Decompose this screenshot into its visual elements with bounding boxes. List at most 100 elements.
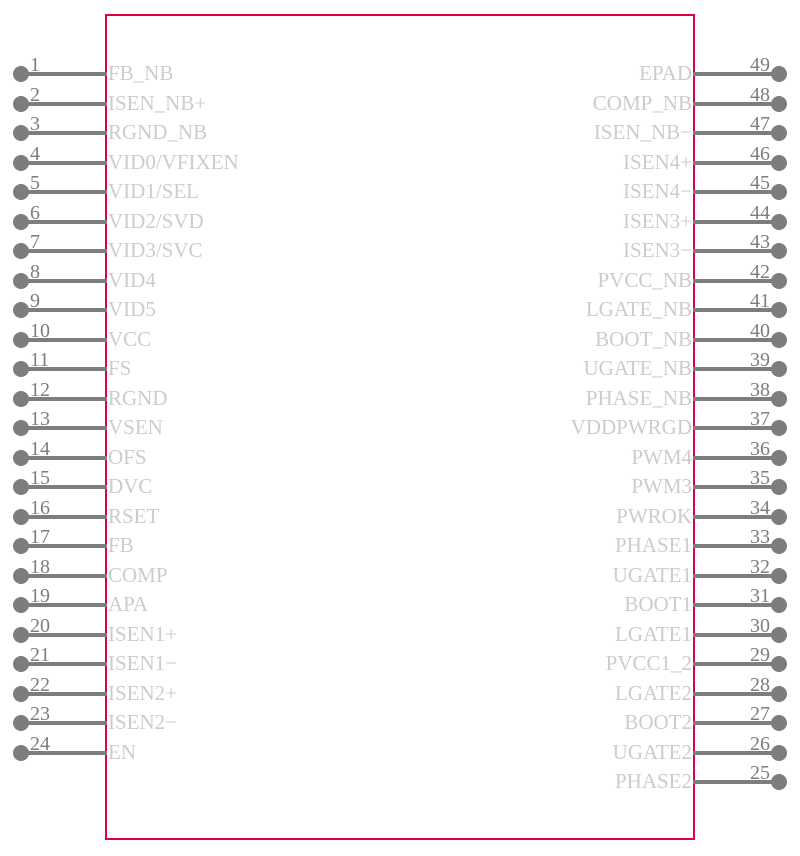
pin-number: 4	[30, 142, 40, 165]
pin-47[interactable]: 47 ISEN_NB−	[400, 114, 800, 148]
pin-name-label: PHASE1	[614, 533, 692, 557]
pin-10[interactable]: 10 VCC	[0, 321, 400, 355]
pin-22[interactable]: 22 ISEN2+	[0, 675, 400, 709]
pin-31[interactable]: 31 BOOT1	[400, 586, 800, 620]
pin-13[interactable]: 13 VSEN	[0, 409, 400, 443]
pin-41[interactable]: 41 LGATE_NB	[400, 291, 800, 325]
pin-name-label: ISEN1+	[108, 621, 178, 646]
pin-27[interactable]: 27 BOOT2	[400, 704, 800, 738]
pin-name-label: EN	[108, 739, 136, 764]
pin-name-label: RGND	[108, 385, 168, 410]
pin-37[interactable]: 37 VDDPWRGD	[400, 409, 800, 443]
pin-49[interactable]: 49 EPAD	[400, 55, 800, 89]
pin-4[interactable]: 4 VID0/VFIXEN	[0, 144, 400, 178]
pin-number: 49	[750, 54, 770, 76]
pin-name-label: RGND_NB	[108, 120, 208, 144]
pin-number: 36	[750, 437, 770, 460]
pin-15[interactable]: 15 DVC	[0, 468, 400, 502]
pin-name-label: PWM4	[631, 444, 692, 469]
pin-6[interactable]: 6 VID2/SVD	[0, 203, 400, 237]
pin-number: 26	[750, 732, 770, 755]
pin-name-label: VID2/SVD	[108, 208, 204, 233]
pin-name-label: PWROK	[616, 503, 692, 528]
pin-name-label: LGATE_NB	[585, 297, 692, 321]
pin-number: 17	[30, 526, 50, 548]
pin-name-label: ISEN4+	[622, 149, 692, 174]
pin-name-label: LGATE1	[615, 621, 692, 646]
pin-38[interactable]: 38 PHASE_NB	[400, 380, 800, 414]
pin-8[interactable]: 8 VID4	[0, 262, 400, 296]
pin-14[interactable]: 14 OFS	[0, 439, 400, 473]
pin-26[interactable]: 26 UGATE2	[400, 734, 800, 768]
pin-35[interactable]: 35 PWM3	[400, 468, 800, 502]
pin-name-label: PWM3	[631, 474, 692, 498]
pin-name-label: FB_NB	[108, 61, 174, 85]
pin-name-label: PVCC1_2	[605, 651, 692, 675]
pin-number: 16	[30, 496, 50, 519]
pin-44[interactable]: 44 ISEN3+	[400, 203, 800, 237]
pin-name-label: VID0/VFIXEN	[108, 149, 239, 174]
pin-40[interactable]: 40 BOOT_NB	[400, 321, 800, 355]
pin-number: 41	[750, 290, 770, 312]
pin-46[interactable]: 46 ISEN4+	[400, 144, 800, 178]
pin-number: 2	[30, 83, 40, 106]
pin-name-label: ISEN_NB+	[108, 90, 207, 115]
pin-39[interactable]: 39 UGATE_NB	[400, 350, 800, 384]
pin-25[interactable]: 25 PHASE2	[400, 763, 800, 797]
pin-17[interactable]: 17 FB	[0, 527, 400, 561]
pin-42[interactable]: 42 PVCC_NB	[400, 262, 800, 296]
pin-30[interactable]: 30 LGATE1	[400, 616, 800, 650]
pin-7[interactable]: 7 VID3/SVC	[0, 232, 400, 266]
pin-20[interactable]: 20 ISEN1+	[0, 616, 400, 650]
pin-name-label: LGATE2	[615, 680, 692, 705]
pin-48[interactable]: 48 COMP_NB	[400, 85, 800, 119]
pin-9[interactable]: 9 VID5	[0, 291, 400, 325]
pin-24[interactable]: 24 EN	[0, 734, 400, 768]
pin-number: 6	[30, 201, 40, 224]
pin-name-label: FB	[108, 533, 134, 557]
pin-number: 34	[750, 496, 770, 519]
pin-number: 46	[750, 142, 770, 165]
pin-name-label: APA	[108, 592, 149, 616]
pin-number: 20	[30, 614, 50, 637]
pin-21[interactable]: 21 ISEN1−	[0, 645, 400, 679]
pin-name-label: VID3/SVC	[108, 238, 203, 262]
pin-1[interactable]: 1 FB_NB	[0, 55, 400, 89]
pin-36[interactable]: 36 PWM4	[400, 439, 800, 473]
pin-name-label: VID5	[108, 297, 156, 321]
pin-name-label: RSET	[108, 503, 160, 528]
pin-number: 24	[30, 732, 50, 755]
pin-number: 43	[750, 231, 770, 253]
pin-33[interactable]: 33 PHASE1	[400, 527, 800, 561]
pin-number: 3	[30, 113, 40, 135]
pin-18[interactable]: 18 COMP	[0, 557, 400, 591]
pin-name-label: OFS	[108, 444, 147, 469]
pin-name-label: VID4	[108, 267, 156, 292]
pin-name-label: ISEN2−	[108, 710, 178, 734]
pin-12[interactable]: 12 RGND	[0, 380, 400, 414]
pin-43[interactable]: 43 ISEN3−	[400, 232, 800, 266]
pin-45[interactable]: 45 ISEN4−	[400, 173, 800, 207]
pin-number: 28	[750, 673, 770, 696]
pin-16[interactable]: 16 RSET	[0, 498, 400, 532]
pin-11[interactable]: 11 FS	[0, 350, 400, 384]
pin-28[interactable]: 28 LGATE2	[400, 675, 800, 709]
pin-number: 9	[30, 290, 40, 312]
pin-name-label: BOOT1	[624, 592, 692, 616]
pin-3[interactable]: 3 RGND_NB	[0, 114, 400, 148]
pin-2[interactable]: 2 ISEN_NB+	[0, 85, 400, 119]
pin-32[interactable]: 32 UGATE1	[400, 557, 800, 591]
pin-name-label: DVC	[108, 474, 153, 498]
pin-number: 44	[750, 201, 770, 224]
pin-name-label: BOOT_NB	[595, 326, 692, 351]
pin-name-label: VCC	[108, 326, 152, 351]
pin-number: 33	[750, 526, 770, 548]
pin-name-label: VDDPWRGD	[570, 415, 692, 439]
pin-34[interactable]: 34 PWROK	[400, 498, 800, 532]
pin-29[interactable]: 29 PVCC1_2	[400, 645, 800, 679]
pin-5[interactable]: 5 VID1/SEL	[0, 173, 400, 207]
pin-number: 25	[750, 762, 770, 784]
pin-19[interactable]: 19 APA	[0, 586, 400, 620]
pin-number: 27	[750, 703, 770, 725]
pin-23[interactable]: 23 ISEN2−	[0, 704, 400, 738]
